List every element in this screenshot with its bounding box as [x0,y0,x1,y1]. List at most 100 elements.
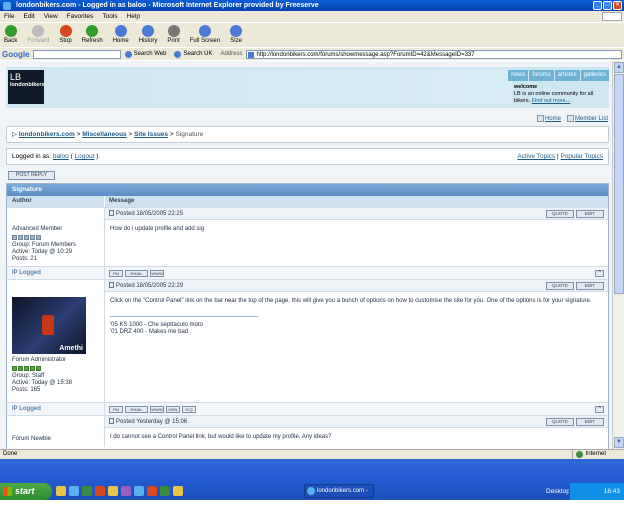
members-icon [566,115,574,122]
nav-forums[interactable]: forums [529,70,554,81]
quote-button[interactable]: QUOTE [546,282,574,290]
post-doc-icon [109,210,114,216]
popular-topics-link[interactable]: Popular Topics [560,153,603,160]
quicklaunch-icon[interactable] [134,486,144,496]
message-cell: Posted Yesterday @ 15:06 QUOTE EDIT I do… [105,416,608,447]
stop-button[interactable]: Stop [59,23,72,44]
menu-bar: File Edit View Favorites Tools Help [0,11,624,22]
search-icon [124,50,132,58]
icq-button[interactable]: ICQ [182,405,196,413]
menu-tools[interactable]: Tools [102,11,117,22]
topic-table: Signature Author Message Advanced Member… [6,183,609,449]
column-headers: Author Message [7,196,608,207]
logout-link[interactable]: Logout [75,153,95,160]
home-icon [536,115,544,122]
search-web-button[interactable]: Search Web [124,50,166,58]
menu-help[interactable]: Help [127,11,140,22]
back-icon [4,25,17,37]
quicklaunch-icon[interactable] [108,486,118,496]
active-topics-link[interactable]: Active Topics [517,153,555,160]
breadcrumb-forum[interactable]: Site Issues [134,131,168,138]
post-header: Posted 18/05/2005 22:29 QUOTE EDIT [105,280,608,292]
nav-galleries[interactable]: galleries [580,70,609,81]
size-button[interactable]: Size [230,23,243,44]
quicklaunch-icon[interactable] [160,486,170,496]
edit-button[interactable]: EDIT [576,282,604,290]
refresh-button[interactable]: Refresh [82,23,103,44]
forward-icon [32,25,45,37]
post-body: I do cannot see a Control Panel link, bu… [110,434,332,440]
desktop-toolbar[interactable]: Desktop [546,488,570,495]
menu-view[interactable]: View [44,11,58,22]
site-banner: LB londonbikers news forums articles gal… [6,67,609,108]
quicklaunch-icon[interactable] [173,486,183,496]
stop-icon [59,25,72,37]
member-list-link[interactable]: Member List [566,115,608,122]
scroll-up-icon[interactable]: ▲ [614,62,624,73]
start-button[interactable]: start [0,483,52,500]
maximize-button[interactable]: □ [603,1,612,10]
post-body: Click on the "Control Panel" link on the… [105,292,608,402]
www-button[interactable]: WWW [150,269,164,277]
taskbar-item-ie[interactable]: londonbikers.com - Lo... [304,484,374,506]
quicklaunch-icon[interactable] [82,486,92,496]
windows-flag-icon [3,487,12,496]
msn-button[interactable]: MSN [166,405,180,413]
history-icon [142,25,155,37]
post-header: Posted 18/05/2005 22:25 QUOTE EDIT [105,208,608,220]
quote-button[interactable]: QUOTE [546,418,574,426]
minimize-button[interactable]: _ [593,1,602,10]
email-button[interactable]: EMAIL [125,405,148,413]
menu-edit[interactable]: Edit [23,11,34,22]
forward-button[interactable]: Forward [27,23,49,44]
history-button[interactable]: History [139,23,157,44]
username-link[interactable]: baloo [53,153,69,160]
site-logo[interactable]: LB londonbikers [8,70,45,104]
address-input[interactable]: http://londonbikers.com/forums/showmessa… [245,49,622,59]
back-to-top-icon[interactable]: ^ [595,406,604,413]
edit-button[interactable]: EDIT [576,418,604,426]
scroll-down-icon[interactable]: ▼ [614,437,624,448]
menu-file[interactable]: File [4,11,14,22]
post-row: Advanced Member Group: Forum Members Act… [7,207,608,266]
www-button[interactable]: WWW [150,405,164,413]
home-button[interactable]: Home [113,23,129,44]
post-row: Forum Newbie Posted Yesterday @ 15:06 QU… [7,415,608,447]
fullscreen-button[interactable]: Full Screen [190,23,220,44]
quicklaunch-icon[interactable] [95,486,105,496]
quicklaunch-icon[interactable] [121,486,131,496]
edit-button[interactable]: EDIT [576,210,604,218]
post-header: Posted Yesterday @ 15:06 QUOTE EDIT [105,416,608,428]
breadcrumb-category[interactable]: Miscellaneous [82,131,126,138]
nav-articles[interactable]: articles [554,70,580,81]
search-uk-button[interactable]: Search UK [174,50,212,58]
post-reply-button[interactable]: POST REPLY [8,171,55,180]
top-links: Home Member List [536,115,608,122]
find-out-more-link[interactable]: Find out more... [532,98,571,104]
email-button[interactable]: EMAIL [125,269,148,277]
signature-divider [110,316,258,317]
quote-button[interactable]: QUOTE [546,210,574,218]
menu-favorites[interactable]: Favorites [67,11,94,22]
ie-icon [307,487,315,495]
nav-news[interactable]: news [508,70,529,81]
scroll-thumb[interactable] [614,74,624,294]
breadcrumb-home[interactable]: londonbikers.com [19,131,75,138]
vertical-scrollbar[interactable]: ▲ ▼ [612,61,624,449]
security-zone: Internet [571,450,606,459]
back-to-top-icon[interactable]: ^ [595,270,604,277]
quicklaunch-icon[interactable] [56,486,66,496]
print-button[interactable]: Print [167,23,180,44]
google-search-input[interactable] [32,49,121,59]
quicklaunch-icon[interactable] [147,486,157,496]
pm-button[interactable]: PM [109,269,123,277]
pm-button[interactable]: PM [109,405,123,413]
post-body: How do i update profile and add sig [110,226,205,232]
welcome-box: welcome LB is an online community for al… [514,84,594,104]
close-button[interactable]: × [613,1,622,10]
home-link[interactable]: Home [536,115,561,122]
ip-logged: IP Logged [7,267,105,279]
quicklaunch-icon[interactable] [69,486,79,496]
back-button[interactable]: Back [4,23,17,44]
page-icon [247,51,254,58]
